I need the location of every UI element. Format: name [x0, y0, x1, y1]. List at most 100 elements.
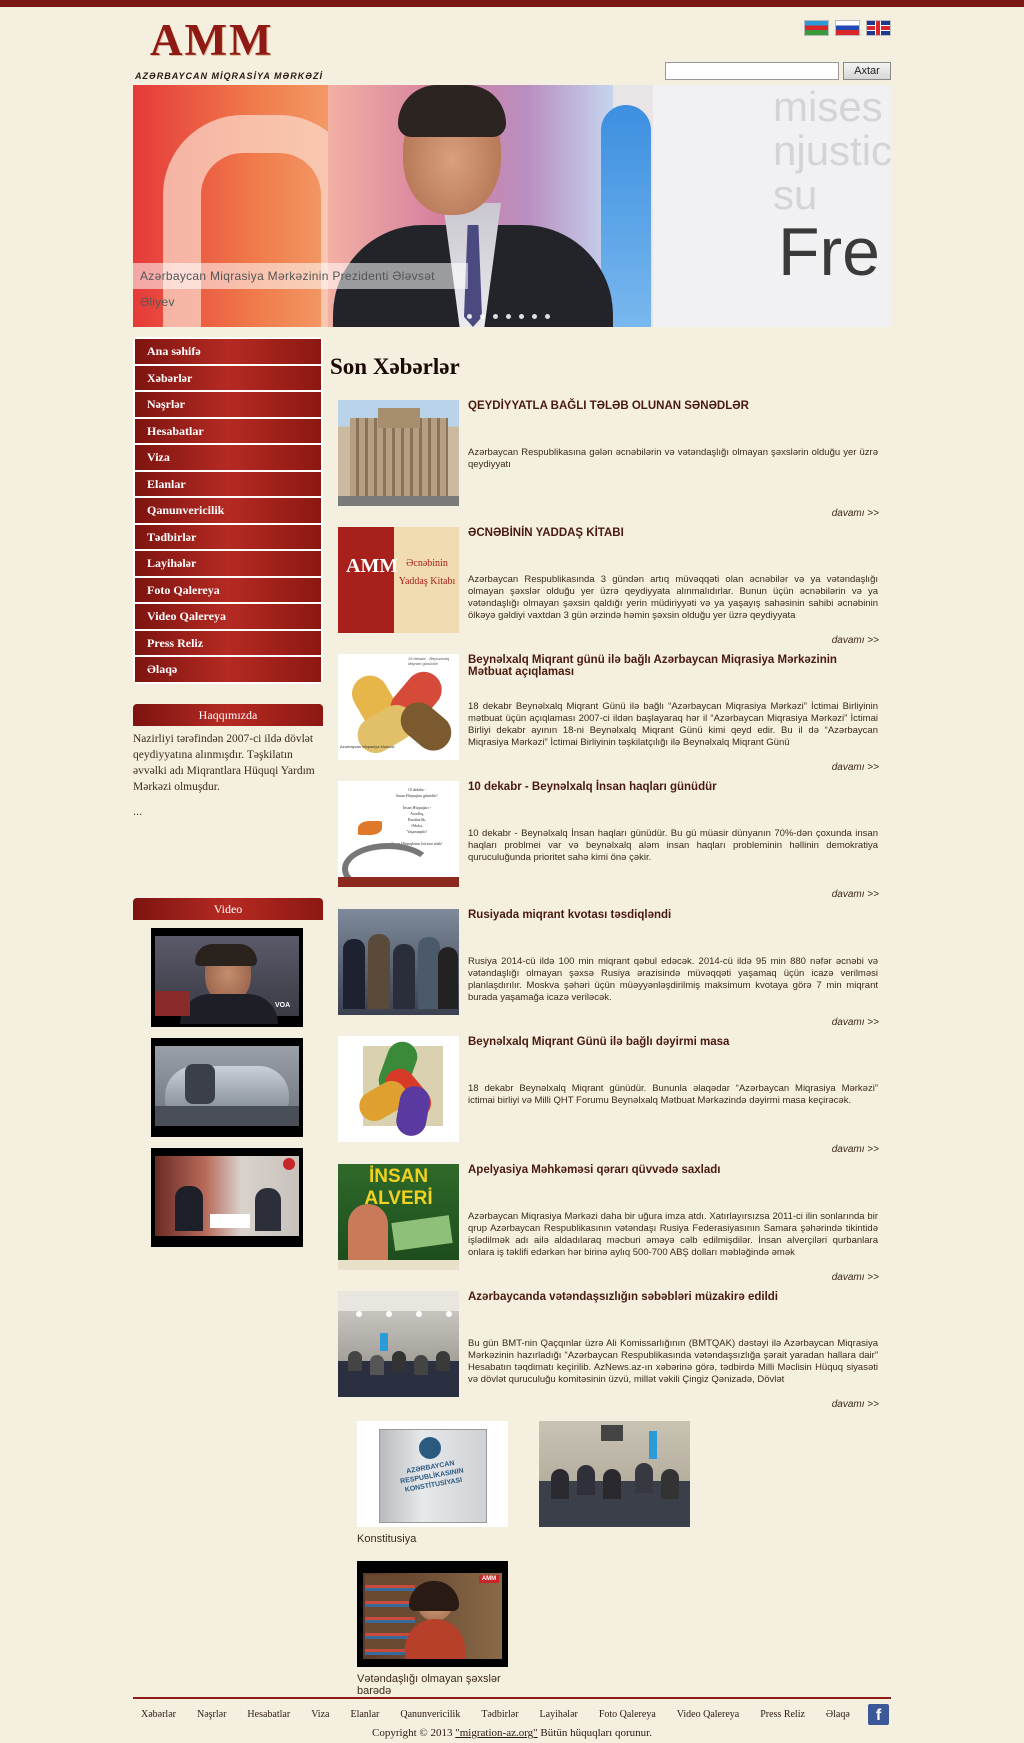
- banner-slider[interactable]: mises c njustic su Fre Azərbaycan Miqras…: [133, 85, 891, 327]
- nav-item-visa[interactable]: Viza: [135, 445, 321, 470]
- nav-item-reports[interactable]: Hesabatlar: [135, 418, 321, 443]
- news-title[interactable]: Rusiyada miqrant kvotası təsdiqləndi: [468, 909, 878, 921]
- conference-image[interactable]: [539, 1421, 690, 1527]
- photo-card[interactable]: [539, 1421, 690, 1527]
- about-text: Nazirliyi tərəfindən 2007-ci ildə dövlət…: [133, 733, 315, 793]
- copyright-site-link[interactable]: "migration-az.org": [455, 1727, 537, 1739]
- slider-dot[interactable]: [532, 314, 537, 319]
- news-text: Bu gün BMT-nin Qaçqınlar üzrə Ali Komiss…: [468, 1338, 878, 1385]
- news-title[interactable]: Azərbaycanda vətəndaşsızlığın səbəbləri …: [468, 1291, 878, 1303]
- video-thumbnail[interactable]: [151, 1038, 303, 1137]
- footer-link-projects[interactable]: Layihələr: [540, 1709, 578, 1720]
- read-more-link[interactable]: davamı >>: [832, 1272, 879, 1283]
- footer-divider: [133, 1697, 891, 1699]
- footer-link-press-release[interactable]: Press Reliz: [760, 1709, 805, 1720]
- flag-ru-icon[interactable]: [835, 20, 860, 36]
- video-card-caption[interactable]: Vətəndaşlığı olmayan şəxslər barədə: [357, 1673, 508, 1697]
- news-image[interactable]: [338, 1291, 459, 1397]
- news-image[interactable]: AMM Əcnəbinin Yaddaş Kitabı: [338, 527, 459, 633]
- banner-caption: Azərbaycan Miqrasiya Mərkəzinin Preziden…: [133, 263, 468, 309]
- nav-item-announcements[interactable]: Elanlar: [135, 471, 321, 496]
- news-image[interactable]: 18 dekabr - Beynəlxalq Miqrant günüdür! …: [338, 654, 459, 760]
- read-more-link[interactable]: davamı >>: [832, 1399, 879, 1410]
- nav-item-photo-gallery[interactable]: Foto Qalereya: [135, 577, 321, 602]
- nav-item-video-gallery[interactable]: Video Qalereya: [135, 604, 321, 629]
- sidebar-nav: Ana səhifə Xəbərlər Nəşrlər Hesabatlar V…: [133, 337, 323, 684]
- news-image[interactable]: 10 dekabr - İnsan Hüquqları günüdür! İns…: [338, 781, 459, 887]
- footer-link-visa[interactable]: Viza: [311, 1709, 329, 1720]
- nav-item-publications[interactable]: Nəşrlər: [135, 392, 321, 417]
- nav-item-projects[interactable]: Layihələr: [135, 551, 321, 576]
- slider-dot[interactable]: [467, 314, 472, 319]
- news-title[interactable]: Beynəlxalq Miqrant günü ilə bağlı Azərba…: [468, 654, 878, 678]
- search-form: Axtar: [665, 62, 891, 80]
- copyright: Copyright © 2013 "migration-az.org" Bütü…: [133, 1727, 891, 1739]
- search-button[interactable]: Axtar: [843, 62, 891, 80]
- video-thumbnail[interactable]: [151, 1148, 303, 1247]
- news-item: Azərbaycanda vətəndaşsızlığın səbəbləri …: [338, 1291, 879, 1418]
- read-more-link[interactable]: davamı >>: [832, 1144, 879, 1155]
- news-item: Beynəlxalq Miqrant Günü ilə bağlı dəyirm…: [338, 1036, 879, 1163]
- news-text: Rusiya 2014-cü ildə 100 min miqrant qəbu…: [468, 956, 878, 1003]
- footer-link-events[interactable]: Tədbirlər: [481, 1709, 518, 1720]
- flag-en-icon[interactable]: [866, 20, 891, 36]
- slider-dot[interactable]: [480, 314, 485, 319]
- nav-item-events[interactable]: Tədbirlər: [135, 524, 321, 549]
- news-image[interactable]: [338, 909, 459, 1015]
- footer-link-reports[interactable]: Hesabatlar: [247, 1709, 290, 1720]
- video-thumbnail[interactable]: VOA: [151, 928, 303, 1027]
- news-title[interactable]: Beynəlxalq Miqrant Günü ilə bağlı dəyirm…: [468, 1036, 878, 1048]
- footer-link-announcements[interactable]: Elanlar: [350, 1709, 379, 1720]
- banner-ghost-text: mises c njustic su: [773, 85, 891, 218]
- read-more-link[interactable]: davamı >>: [832, 635, 879, 646]
- news-image[interactable]: İNSAN ALVERİ: [338, 1164, 459, 1270]
- footer-nav: Xəbərlər Nəşrlər Hesabatlar Viza Elanlar…: [141, 1709, 871, 1720]
- constitution-caption[interactable]: Konstitusiya: [357, 1533, 508, 1545]
- news-item: Rusiyada miqrant kvotası təsdiqləndi Rus…: [338, 909, 879, 1036]
- news-title[interactable]: Apelyasiya Məhkəməsi qərarı qüvvədə saxl…: [468, 1164, 878, 1176]
- footer-link-news[interactable]: Xəbərlər: [141, 1709, 176, 1720]
- slider-dot[interactable]: [506, 314, 511, 319]
- news-item: AMM Əcnəbinin Yaddaş Kitabı ƏCNƏBİNİN YA…: [338, 527, 879, 654]
- site-logo[interactable]: AMM: [150, 18, 273, 63]
- constitution-image[interactable]: AZƏRBAYCAN RESPUBLİKASININ KONSTİTUSİYAS…: [357, 1421, 508, 1527]
- news-text: Azərbaycan Miqrasiya Mərkəzi daha bir uğ…: [468, 1211, 878, 1258]
- read-more-link[interactable]: davamı >>: [832, 762, 879, 773]
- footer-link-photo-gallery[interactable]: Foto Qalereya: [599, 1709, 656, 1720]
- about-heading: Haqqımızda: [133, 704, 323, 726]
- constitution-card[interactable]: AZƏRBAYCAN RESPUBLİKASININ KONSTİTUSİYAS…: [357, 1421, 508, 1545]
- nav-item-news[interactable]: Xəbərlər: [135, 365, 321, 390]
- read-more-link[interactable]: davamı >>: [832, 508, 879, 519]
- news-title[interactable]: QEYDİYYATLA BAĞLI TƏLƏB OLUNAN SƏNƏDLƏR: [468, 400, 878, 412]
- news-item: QEYDİYYATLA BAĞLI TƏLƏB OLUNAN SƏNƏDLƏR …: [338, 400, 879, 527]
- slider-dot[interactable]: [493, 314, 498, 319]
- slider-dots: [467, 314, 550, 319]
- slider-dot[interactable]: [519, 314, 524, 319]
- news-text: 18 dekabr Beynəlxalq Miqrant günüdür. Bu…: [468, 1083, 878, 1106]
- footer-link-video-gallery[interactable]: Video Qalereya: [677, 1709, 739, 1720]
- footer-link-contact[interactable]: Əlaqə: [826, 1709, 850, 1720]
- about-more-link[interactable]: ...: [133, 806, 142, 818]
- footer-link-legislation[interactable]: Qanunvericilik: [400, 1709, 460, 1720]
- language-switcher: [804, 20, 891, 36]
- read-more-link[interactable]: davamı >>: [832, 1017, 879, 1028]
- news-text: Azərbaycan Respublikasına gələn əcnəbilə…: [468, 447, 878, 470]
- read-more-link[interactable]: davamı >>: [832, 889, 879, 900]
- nav-item-contact[interactable]: Əlaqə: [135, 657, 321, 682]
- search-input[interactable]: [665, 62, 839, 80]
- latest-news-title: Son Xəbərlər: [330, 354, 460, 379]
- news-image[interactable]: [338, 1036, 459, 1142]
- statelessness-video-image[interactable]: AMM: [357, 1561, 508, 1667]
- nav-item-home[interactable]: Ana səhifə: [135, 339, 321, 364]
- video-card[interactable]: AMM Vətəndaşlığı olmayan şəxslər barədə: [357, 1561, 508, 1697]
- slider-dot[interactable]: [545, 314, 550, 319]
- news-title[interactable]: ƏCNƏBİNİN YADDAŞ KİTABI: [468, 527, 878, 539]
- facebook-icon[interactable]: f: [868, 1704, 889, 1725]
- news-title[interactable]: 10 dekabr - Beynəlxalq İnsan haqları gün…: [468, 781, 878, 793]
- flag-az-icon[interactable]: [804, 20, 829, 36]
- news-image[interactable]: [338, 400, 459, 506]
- nav-item-press-release[interactable]: Press Reliz: [135, 630, 321, 655]
- news-text: 10 dekabr - Beynəlxalq İnsan haqları gün…: [468, 828, 878, 863]
- nav-item-legislation[interactable]: Qanunvericilik: [135, 498, 321, 523]
- footer-link-publications[interactable]: Nəşrlər: [197, 1709, 226, 1720]
